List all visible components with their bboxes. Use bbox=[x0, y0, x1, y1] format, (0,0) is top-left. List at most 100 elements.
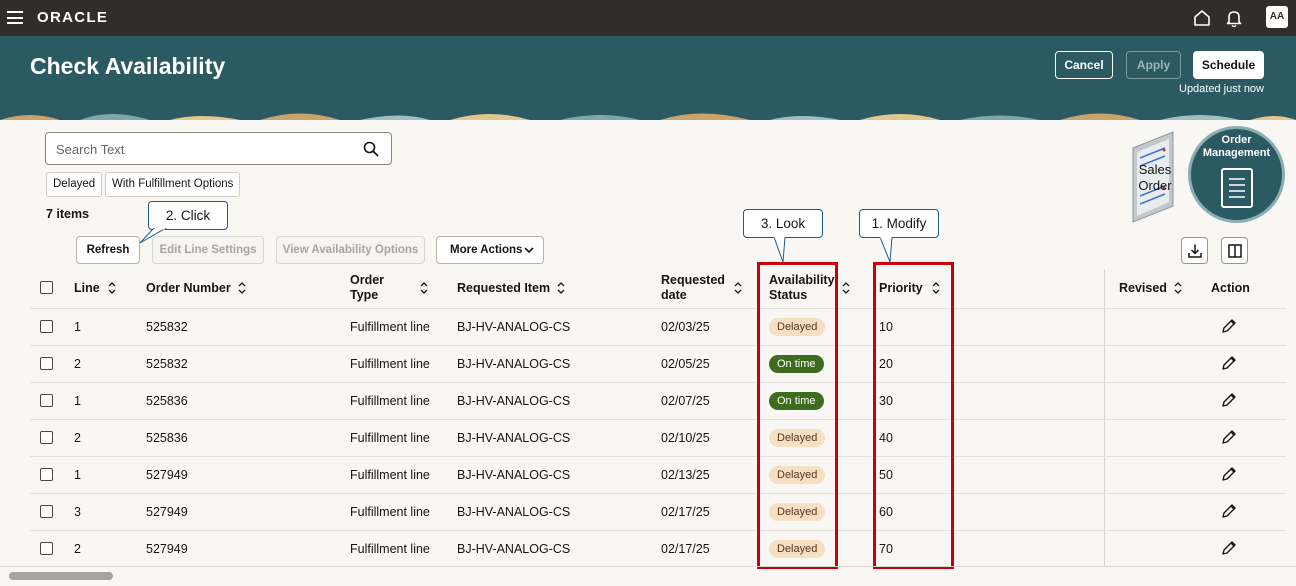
column-header-requested-date[interactable]: Requested date bbox=[661, 273, 731, 303]
table-bottom-border bbox=[0, 566, 1296, 567]
callout-look-tail bbox=[773, 237, 786, 263]
cell-order-type: Fulfillment line bbox=[350, 394, 430, 408]
cell-order-type: Fulfillment line bbox=[350, 357, 430, 371]
sort-line-icon[interactable] bbox=[107, 281, 117, 295]
cancel-button[interactable]: Cancel bbox=[1055, 51, 1113, 79]
sales-order-label: Sales Order bbox=[1138, 162, 1172, 193]
cell-requested-date: 02/17/25 bbox=[661, 542, 710, 556]
column-header-revised[interactable]: Revised bbox=[1119, 281, 1167, 296]
callout-modify: 1. Modify bbox=[859, 209, 939, 238]
cell-order-number: 525832 bbox=[146, 320, 188, 334]
cell-requested-item: BJ-HV-ANALOG-CS bbox=[457, 431, 571, 445]
sort-order-type-icon[interactable] bbox=[419, 281, 429, 295]
user-avatar[interactable]: AA bbox=[1266, 6, 1288, 28]
sort-availability-status-icon[interactable] bbox=[841, 281, 851, 295]
more-actions-button[interactable]: More Actions bbox=[436, 236, 544, 264]
cell-line: 1 bbox=[74, 468, 81, 482]
document-icon bbox=[1221, 168, 1253, 208]
column-header-action: Action bbox=[1211, 281, 1250, 295]
cell-requested-item: BJ-HV-ANALOG-CS bbox=[457, 320, 571, 334]
row-checkbox[interactable] bbox=[40, 394, 53, 407]
oracle-logo: ORACLE bbox=[37, 9, 109, 26]
hamburger-menu-icon[interactable] bbox=[7, 11, 23, 24]
row-checkbox[interactable] bbox=[40, 431, 53, 444]
cell-requested-item: BJ-HV-ANALOG-CS bbox=[457, 468, 571, 482]
column-layout-button[interactable] bbox=[1221, 237, 1248, 264]
row-checkbox[interactable] bbox=[40, 505, 53, 518]
sort-order-number-icon[interactable] bbox=[237, 281, 247, 295]
cell-order-type: Fulfillment line bbox=[350, 505, 430, 519]
column-header-line[interactable]: Line bbox=[74, 281, 100, 296]
cell-requested-date: 02/17/25 bbox=[661, 505, 710, 519]
edit-pencil-icon[interactable] bbox=[1221, 503, 1237, 519]
edit-pencil-icon[interactable] bbox=[1221, 429, 1237, 445]
schedule-button[interactable]: Schedule bbox=[1193, 51, 1264, 79]
search-input[interactable] bbox=[56, 139, 356, 159]
top-bar: ORACLE AA bbox=[0, 0, 1296, 36]
column-header-order-type[interactable]: Order Type bbox=[350, 273, 405, 303]
column-header-order-number[interactable]: Order Number bbox=[146, 281, 231, 296]
cell-requested-item: BJ-HV-ANALOG-CS bbox=[457, 505, 571, 519]
updated-status-text: Updated just now bbox=[1179, 83, 1264, 95]
row-checkbox[interactable] bbox=[40, 542, 53, 555]
row-divider bbox=[30, 419, 1286, 420]
filter-chip-fulfillment-options[interactable]: With Fulfillment Options bbox=[105, 172, 241, 197]
cell-line: 2 bbox=[74, 431, 81, 445]
column-divider bbox=[1104, 269, 1105, 566]
edit-pencil-icon[interactable] bbox=[1221, 355, 1237, 371]
row-divider bbox=[30, 456, 1286, 457]
cell-requested-date: 02/10/25 bbox=[661, 431, 710, 445]
row-checkbox[interactable] bbox=[40, 357, 53, 370]
cell-line: 2 bbox=[74, 542, 81, 556]
cell-order-number: 527949 bbox=[146, 542, 188, 556]
highlight-priority-column bbox=[873, 262, 954, 569]
edit-pencil-icon[interactable] bbox=[1221, 540, 1237, 556]
horizontal-scrollbar[interactable] bbox=[9, 572, 113, 580]
search-icon[interactable] bbox=[363, 141, 379, 157]
edit-pencil-icon[interactable] bbox=[1221, 318, 1237, 334]
order-management-label: Order Management bbox=[1202, 134, 1271, 159]
view-availability-options-button[interactable]: View Availability Options bbox=[276, 236, 425, 264]
home-icon[interactable] bbox=[1192, 8, 1212, 28]
row-divider bbox=[30, 308, 1286, 309]
cell-requested-date: 02/05/25 bbox=[661, 357, 710, 371]
chevron-down-icon bbox=[524, 247, 534, 254]
sort-requested-item-icon[interactable] bbox=[556, 281, 566, 295]
cell-requested-item: BJ-HV-ANALOG-CS bbox=[457, 394, 571, 408]
cell-order-number: 527949 bbox=[146, 505, 188, 519]
callout-click: 2. Click bbox=[148, 201, 228, 230]
cell-order-number: 525832 bbox=[146, 357, 188, 371]
sort-revised-icon[interactable] bbox=[1173, 281, 1183, 295]
filter-chip-delayed[interactable]: Delayed bbox=[46, 172, 103, 197]
notifications-bell-icon[interactable] bbox=[1224, 8, 1244, 28]
more-actions-label: More Actions bbox=[450, 244, 523, 256]
row-checkbox[interactable] bbox=[40, 320, 53, 333]
callout-modify-tail bbox=[879, 237, 893, 263]
cell-line: 1 bbox=[74, 394, 81, 408]
cell-requested-item: BJ-HV-ANALOG-CS bbox=[457, 542, 571, 556]
cell-order-type: Fulfillment line bbox=[350, 542, 430, 556]
column-header-requested-item[interactable]: Requested Item bbox=[457, 281, 550, 296]
apply-button[interactable]: Apply bbox=[1126, 51, 1181, 79]
cell-order-number: 525836 bbox=[146, 431, 188, 445]
columns-icon bbox=[1228, 244, 1242, 258]
export-download-button[interactable] bbox=[1181, 237, 1208, 264]
cell-order-type: Fulfillment line bbox=[350, 468, 430, 482]
download-icon bbox=[1188, 244, 1202, 258]
refresh-button[interactable]: Refresh bbox=[76, 236, 140, 264]
search-box[interactable] bbox=[45, 132, 392, 165]
cell-order-number: 525836 bbox=[146, 394, 188, 408]
items-count: 7 items bbox=[46, 207, 90, 221]
row-divider bbox=[30, 382, 1286, 383]
sort-requested-date-icon[interactable] bbox=[733, 281, 743, 295]
cell-requested-date: 02/03/25 bbox=[661, 320, 710, 334]
callout-look: 3. Look bbox=[743, 209, 823, 238]
cell-line: 3 bbox=[74, 505, 81, 519]
row-divider bbox=[30, 530, 1286, 531]
select-all-checkbox[interactable] bbox=[40, 281, 53, 294]
row-checkbox[interactable] bbox=[40, 468, 53, 481]
edit-pencil-icon[interactable] bbox=[1221, 466, 1237, 482]
cell-line: 1 bbox=[74, 320, 81, 334]
edit-pencil-icon[interactable] bbox=[1221, 392, 1237, 408]
row-divider bbox=[30, 493, 1286, 494]
